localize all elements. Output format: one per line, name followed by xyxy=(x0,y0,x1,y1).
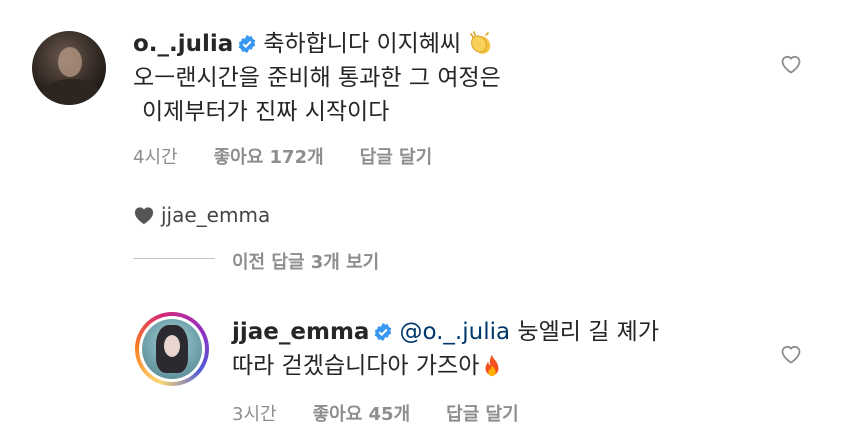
divider xyxy=(133,258,215,259)
clapping-hands-icon xyxy=(470,31,491,54)
comment-username[interactable]: jjae_emma xyxy=(232,319,369,345)
comment-line-2: 오ㅡ랜시간을 준비해 통과한 그 여정은 xyxy=(133,65,501,91)
creator-like: jjae_emma xyxy=(133,203,270,227)
comment-time[interactable]: 4시간 xyxy=(133,147,178,168)
comment-text: 축하합니다 이지혜씨 xyxy=(263,31,462,57)
avatar xyxy=(142,319,202,379)
comment-username[interactable]: o._.julia xyxy=(133,31,233,57)
comment-text: 따라 걷겠습니다아 가즈아 xyxy=(232,353,480,379)
avatar-story-ring[interactable] xyxy=(135,312,209,386)
comment-meta: 3시간 좋아요 45개 답글 달기 xyxy=(232,400,555,426)
comment-line-1: o._.julia 축하합니다 이지혜씨 xyxy=(133,29,494,59)
like-heart-icon[interactable] xyxy=(779,342,803,366)
reply-button[interactable]: 답글 달기 xyxy=(360,147,433,168)
comment-likes[interactable]: 좋아요 45개 xyxy=(313,404,411,425)
avatar[interactable] xyxy=(32,31,106,105)
comment-line-3: 이제부터가 진짜 시작이다 xyxy=(142,99,390,125)
like-heart-icon[interactable] xyxy=(779,52,803,76)
comment-text: 눙엘리 길 졔가 xyxy=(517,319,659,345)
creator-like-username[interactable]: jjae_emma xyxy=(161,203,270,227)
avatar-photo-face xyxy=(58,47,82,77)
fire-icon xyxy=(485,354,499,377)
comment-line-2: 따라 걷겠습니다아 가즈아 xyxy=(232,351,503,381)
reply-button[interactable]: 답글 달기 xyxy=(446,404,519,425)
mention-link[interactable]: @o._.julia xyxy=(399,319,510,345)
avatar-photo-body xyxy=(42,79,102,105)
avatar-photo-face xyxy=(164,335,180,357)
verified-badge-icon xyxy=(375,322,392,342)
comment-likes[interactable]: 좋아요 172개 xyxy=(214,147,324,168)
comment-line-1: jjae_emma @o._.julia 눙엘리 길 졔가 xyxy=(232,317,659,347)
view-replies-button[interactable]: 이전 답글 3개 보기 xyxy=(232,248,379,274)
comment-time[interactable]: 3시간 xyxy=(232,404,277,425)
heart-filled-icon xyxy=(134,207,154,225)
comment-meta: 4시간 좋아요 172개 답글 달기 xyxy=(133,143,468,169)
verified-badge-icon xyxy=(239,34,256,54)
